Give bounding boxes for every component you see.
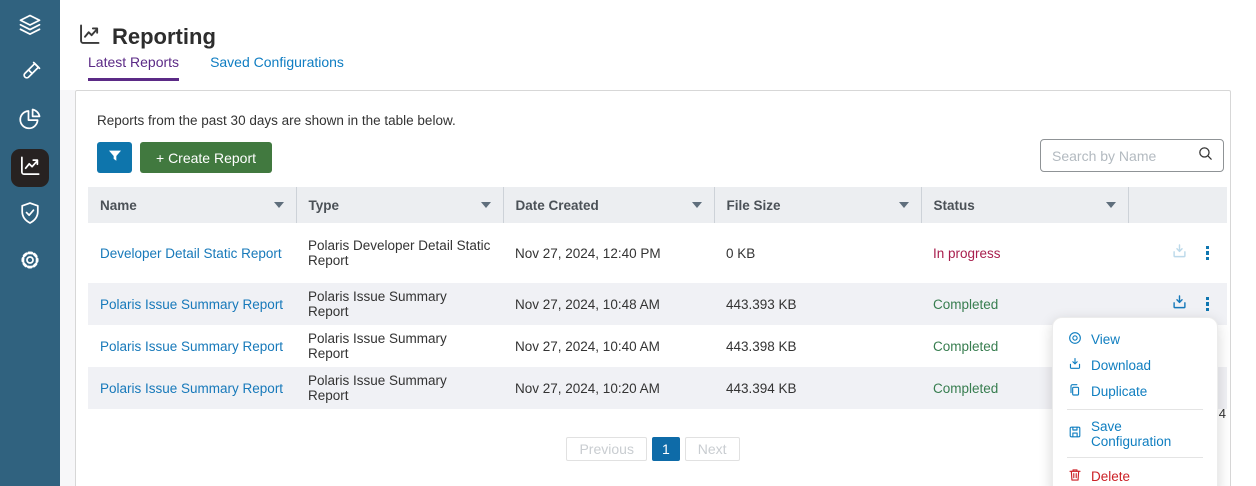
tab-saved-configurations[interactable]: Saved Configurations [210,54,344,81]
report-type: Polaris Issue Summary Report [296,367,503,409]
report-name-link[interactable]: Developer Detail Static Report [100,246,282,261]
report-size: 443.394 KB [714,367,921,409]
sidebar-item-tests[interactable] [11,55,49,93]
column-header-file-size[interactable]: File Size [714,187,921,223]
table-header-row: Name Type Date Created File Size Status [88,187,1227,223]
sort-caret-icon[interactable] [1106,202,1116,208]
report-size: 443.393 KB [714,283,921,325]
row-actions-kebab-icon[interactable] [1202,295,1213,313]
column-header-date-created[interactable]: Date Created [503,187,714,223]
reporting-chart-icon [76,21,103,53]
report-type: Polaris Developer Detail Static Report [296,223,503,283]
shield-check-icon [17,200,43,231]
report-size: 443.398 KB [714,325,921,367]
report-size: 0 KB [714,223,921,283]
layers-icon [17,12,43,43]
pagination-previous-button[interactable]: Previous [566,437,646,461]
gear-icon [17,247,43,278]
download-icon[interactable] [1170,293,1189,315]
menu-item-save-configuration[interactable]: Save Configuration [1067,415,1203,452]
report-name-link[interactable]: Polaris Issue Summary Report [100,381,283,396]
download-icon [1067,356,1083,375]
report-date: Nov 27, 2024, 10:48 AM [503,283,714,325]
menu-divider [1067,457,1203,458]
sort-caret-icon[interactable] [692,202,702,208]
status-badge: Completed [933,381,998,396]
app-root: Reporting Latest Reports Saved Configura… [0,0,1256,486]
sort-caret-icon[interactable] [274,202,284,208]
report-date: Nov 27, 2024, 12:40 PM [503,223,714,283]
pagination-next-button[interactable]: Next [685,437,740,461]
tab-bar: Latest Reports Saved Configurations [88,54,344,81]
search-input[interactable] [1050,147,1197,165]
copy-icon [1067,382,1083,401]
download-icon[interactable] [1170,242,1189,264]
sidebar [0,0,60,486]
search-box [1040,139,1224,172]
eye-icon [1067,330,1083,349]
row-actions-kebab-icon[interactable] [1202,244,1213,262]
menu-item-delete[interactable]: Delete [1067,463,1203,486]
line-chart-icon [17,153,43,184]
sidebar-item-security[interactable] [11,196,49,234]
status-badge: Completed [933,297,998,312]
create-report-button[interactable]: + Create Report [140,142,272,173]
report-type: Polaris Issue Summary Report [296,325,503,367]
card-gutter [60,90,75,486]
test-tube-icon [17,59,43,90]
save-icon [1067,424,1083,443]
sort-caret-icon[interactable] [481,202,491,208]
sidebar-item-settings[interactable] [11,243,49,281]
sidebar-item-reporting[interactable] [11,149,49,187]
trash-icon [1067,467,1083,486]
tab-latest-reports[interactable]: Latest Reports [88,54,179,81]
report-name-link[interactable]: Polaris Issue Summary Report [100,339,283,354]
search-icon[interactable] [1197,145,1214,167]
column-header-status[interactable]: Status [921,187,1128,223]
report-type: Polaris Issue Summary Report [296,283,503,325]
page-title: Reporting [112,24,216,50]
row-context-menu: View Download Duplicate Save Configurati… [1052,317,1218,486]
intro-text: Reports from the past 30 days are shown … [97,113,1230,128]
column-header-type[interactable]: Type [296,187,503,223]
table-row: Developer Detail Static Report Polaris D… [88,223,1227,283]
pagination-page-1-button[interactable]: 1 [652,437,680,461]
pie-chart-icon [17,106,43,137]
sort-caret-icon[interactable] [899,202,909,208]
sidebar-item-layers[interactable] [11,8,49,46]
status-badge: In progress [933,246,1001,261]
column-header-actions [1128,187,1227,223]
funnel-icon [107,148,123,167]
menu-item-download[interactable]: Download [1067,352,1203,378]
filter-button[interactable] [97,142,132,173]
menu-divider [1067,409,1203,410]
report-date: Nov 27, 2024, 10:40 AM [503,325,714,367]
report-date: Nov 27, 2024, 10:20 AM [503,367,714,409]
column-header-name[interactable]: Name [88,187,296,223]
menu-item-view[interactable]: View [1067,326,1203,352]
sidebar-item-pie-reports[interactable] [11,102,49,140]
report-name-link[interactable]: Polaris Issue Summary Report [100,297,283,312]
menu-item-duplicate[interactable]: Duplicate [1067,378,1203,404]
status-badge: Completed [933,339,998,354]
